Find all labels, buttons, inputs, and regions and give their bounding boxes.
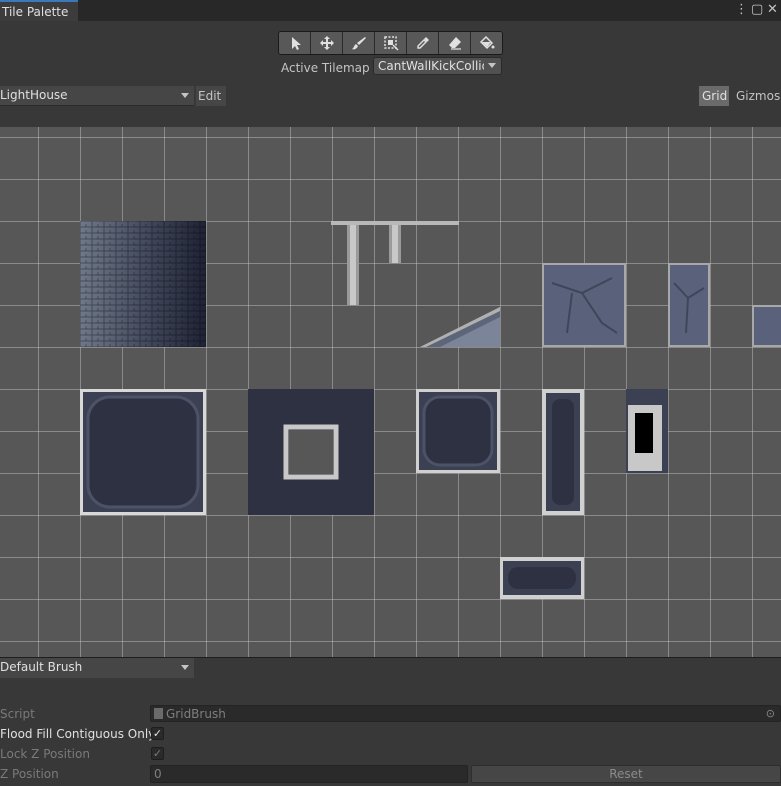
gizmos-toggle-button[interactable]: Gizmos [732, 86, 781, 106]
palette-dropdown[interactable]: LightHouse [0, 86, 194, 106]
brush-dropdown[interactable]: Default Brush [0, 658, 194, 678]
fill-tool-button[interactable] [471, 32, 502, 54]
select-tool-button[interactable] [279, 32, 311, 54]
z-position-field[interactable]: 0 [150, 765, 468, 783]
brush-icon [351, 37, 366, 50]
maximize-icon[interactable]: ▢ [751, 2, 763, 17]
z-position-label: Z Position [0, 767, 59, 781]
room-tile-frame[interactable] [248, 389, 374, 515]
active-tilemap-value: CantWallKickCollider [378, 59, 484, 73]
script-field: GridBrush ⊙ [150, 705, 781, 722]
brick-wall-tile[interactable] [80, 221, 206, 347]
brush-inspector: Default Brush Script GridBrush ⊙ Flood F… [0, 657, 781, 786]
erase-tool-button[interactable] [439, 32, 471, 54]
stone-block-small[interactable] [752, 305, 781, 347]
tile-palette-canvas[interactable] [0, 127, 781, 657]
tab-bar: Tile Palette ⋮ ▢ ✕ [0, 0, 781, 21]
chevron-down-icon [488, 63, 496, 68]
edit-button[interactable]: Edit [196, 86, 226, 106]
brush-dropdown-value: Default Brush [0, 660, 83, 674]
paint-bucket-icon [479, 35, 494, 50]
room-tile-medium[interactable] [416, 389, 500, 473]
lock-z-label: Lock Z Position [0, 747, 90, 761]
paint-tool-button[interactable] [343, 32, 375, 54]
eraser-icon [448, 37, 461, 50]
chevron-down-icon [181, 93, 189, 98]
box-fill-tool-button[interactable] [375, 32, 407, 54]
room-tile-vertical[interactable] [542, 389, 584, 515]
active-tilemap-label: Active Tilemap [281, 61, 370, 75]
palette-dropdown-value: LightHouse [0, 88, 68, 102]
doorway-tile[interactable] [626, 389, 668, 473]
move-arrows-icon [319, 36, 334, 50]
box-select-icon [383, 36, 399, 51]
script-value: GridBrush [166, 707, 226, 721]
active-tilemap-dropdown[interactable]: CantWallKickCollider [373, 57, 502, 75]
stone-block-large[interactable] [542, 263, 626, 347]
lock-z-checkbox[interactable]: ✓ [151, 747, 164, 760]
reset-button[interactable]: Reset [471, 765, 781, 783]
eyedropper-icon [416, 37, 429, 49]
chevron-down-icon [181, 665, 189, 670]
stone-block-tall[interactable] [668, 263, 710, 347]
flood-fill-checkbox[interactable]: ✓ [151, 727, 164, 740]
more-options-icon[interactable]: ⋮ [735, 2, 748, 17]
tab-title: Tile Palette [2, 5, 69, 19]
script-file-icon [154, 708, 163, 719]
room-tile-horizontal[interactable] [500, 557, 584, 599]
object-picker-icon[interactable]: ⊙ [766, 707, 775, 720]
room-tile-large[interactable] [80, 389, 206, 515]
tab-tile-palette[interactable]: Tile Palette [0, 0, 78, 21]
close-icon[interactable]: ✕ [767, 2, 778, 17]
move-tool-button[interactable] [311, 32, 343, 54]
rock-slope-tile[interactable] [420, 305, 500, 347]
flood-fill-label: Flood Fill Contiguous Only [0, 727, 156, 741]
arrow-cursor-icon [291, 37, 301, 50]
pillar-tiles[interactable] [331, 221, 459, 305]
grid-toggle-button[interactable]: Grid [699, 86, 729, 106]
script-label: Script [0, 707, 35, 721]
picker-tool-button[interactable] [407, 32, 439, 54]
tool-toolbar [278, 31, 503, 55]
